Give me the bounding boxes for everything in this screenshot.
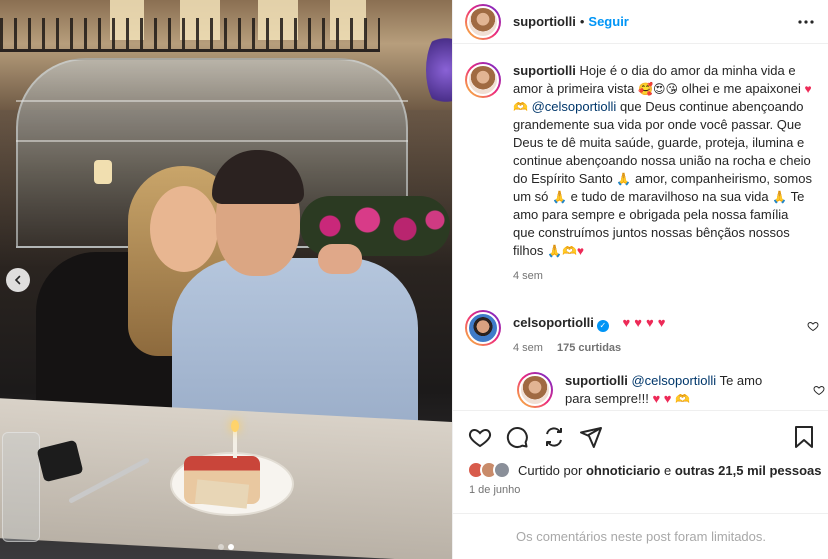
- likes-others-link[interactable]: outras 21,5 mil pessoas: [675, 463, 822, 478]
- caption-text: suportiolli Hoje é o dia do amor da minh…: [513, 62, 813, 260]
- instagram-post: suportiolli • Seguir suportiolli Hoje é …: [0, 0, 828, 559]
- heart-hands-emoji: 🫶: [675, 392, 691, 406]
- kiss-emoji: 😘: [665, 82, 678, 96]
- comment-username[interactable]: celsoportiolli: [513, 315, 594, 330]
- liker-avatar: [493, 461, 511, 479]
- post-header: suportiolli • Seguir: [453, 0, 828, 44]
- heart-eyes-emoji: 😍: [652, 82, 666, 96]
- caption-text-part: olhei e me apaixonei: [681, 81, 801, 96]
- caption-text-part: e tudo de maravilhoso na sua vida: [570, 189, 769, 204]
- red-heart-emoji: ♥ ♥: [648, 391, 672, 406]
- photo-lamp: [94, 160, 112, 184]
- red-heart-emoji: ♥: [804, 82, 812, 96]
- hearts-emoji-row: ♥♥♥♥: [622, 315, 670, 330]
- caption-username[interactable]: suportiolli: [513, 63, 576, 78]
- comments-list[interactable]: suportiolli Hoje é o dia do amor da minh…: [453, 44, 828, 410]
- photo-candle-flame: [231, 420, 239, 432]
- comment-icon[interactable]: [505, 425, 529, 449]
- reply-username[interactable]: suportiolli: [565, 373, 628, 388]
- comment-likes-count[interactable]: 175 curtidas: [557, 342, 621, 354]
- post-caption: suportiolli Hoje é o dia do amor da minh…: [465, 62, 813, 282]
- carousel-dot: [218, 544, 224, 550]
- photo-canopy-rib: [16, 100, 408, 102]
- post-photo[interactable]: [0, 0, 452, 559]
- praying-hands-emoji: 🙏: [546, 244, 562, 258]
- praying-hands-emoji: 🙏: [552, 190, 567, 204]
- photo-balcony: [0, 18, 380, 52]
- comment-meta: 4 sem 175 curtidas: [513, 342, 803, 354]
- send-icon[interactable]: [579, 425, 603, 449]
- comment-avatar[interactable]: [465, 310, 501, 346]
- author-username[interactable]: suportiolli: [513, 14, 576, 29]
- comment-item: celsoportiolli ✓ ♥♥♥♥ 4 sem 175 curtidas: [465, 310, 828, 354]
- photo-glass-cup: [2, 432, 40, 542]
- likers-avatars: [467, 461, 511, 479]
- reply-text: suportiolli @celsoportiolli Te amo para …: [565, 372, 775, 408]
- likes-middle: e: [663, 462, 672, 478]
- comment-avatar-image: [467, 312, 499, 344]
- likes-summary: Curtido por ohnoticiario e outras 21,5 m…: [467, 461, 822, 479]
- carousel-indicator: [0, 544, 452, 550]
- author-avatar[interactable]: [465, 3, 501, 40]
- photo-woman-face: [150, 186, 218, 272]
- likes-user-link[interactable]: ohnoticiario: [586, 463, 660, 478]
- likes-prefix: Curtido por: [518, 462, 583, 478]
- reply-like-icon[interactable]: [813, 384, 825, 396]
- comment-like-icon[interactable]: [807, 320, 819, 332]
- author-avatar-image: [467, 5, 499, 38]
- follow-button[interactable]: Seguir: [588, 14, 628, 29]
- heart-hands-emoji: 🫶: [513, 100, 528, 114]
- reply-item: suportiolli @celsoportiolli Te amo para …: [517, 372, 825, 408]
- verified-icon: ✓: [596, 320, 609, 332]
- carousel-dot-active: [228, 544, 234, 550]
- smiling-hearts-emoji: 🥰: [638, 82, 653, 96]
- comment-time[interactable]: 4 sem: [513, 342, 543, 354]
- caption-time[interactable]: 4 sem: [513, 270, 543, 282]
- comments-limited-notice: Os comentários neste post foram limitado…: [453, 513, 828, 559]
- praying-hands-emoji: 🙏: [616, 172, 632, 186]
- post-date[interactable]: 1 de junho: [469, 484, 520, 496]
- more-icon[interactable]: [797, 13, 815, 31]
- caption-avatar-image: [467, 64, 499, 96]
- reply-mention[interactable]: @celsoportiolli: [631, 373, 716, 388]
- photo-hand: [318, 244, 362, 274]
- carousel-prev-button[interactable]: [6, 268, 30, 292]
- reply-avatar[interactable]: [517, 372, 553, 408]
- red-heart-emoji: ♥: [576, 244, 585, 258]
- chevron-left-icon: [14, 275, 21, 285]
- praying-hands-emoji: 🙏: [772, 190, 788, 204]
- caption-mention[interactable]: @celsoportiolli: [532, 99, 617, 114]
- comment-text: celsoportiolli ✓ ♥♥♥♥: [513, 314, 803, 332]
- header-separator: •: [579, 14, 585, 29]
- share-icon[interactable]: [542, 425, 566, 449]
- heart-icon[interactable]: [468, 425, 492, 449]
- photo-candle: [233, 430, 237, 458]
- post-sidebar: suportiolli • Seguir suportiolli Hoje é …: [452, 0, 828, 559]
- caption-meta: 4 sem: [513, 270, 813, 282]
- heart-hands-emoji: 🫶: [561, 244, 577, 258]
- caption-avatar[interactable]: [465, 62, 501, 98]
- photo-canopy-rib: [16, 140, 408, 142]
- reply-avatar-image: [519, 374, 551, 406]
- action-bar: [453, 410, 828, 462]
- bookmark-icon[interactable]: [793, 425, 815, 449]
